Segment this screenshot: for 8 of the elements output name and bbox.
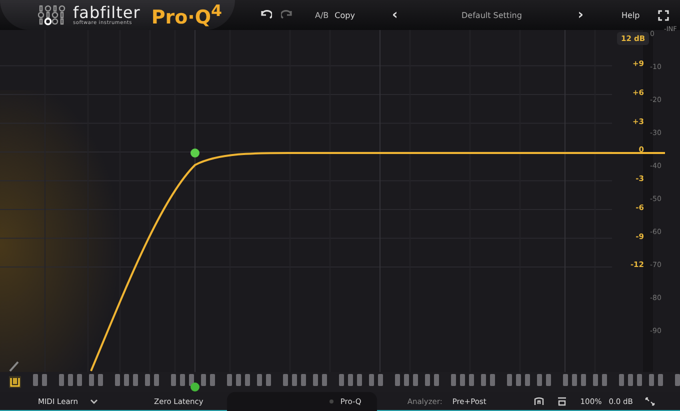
previous-preset-button[interactable]: ‹ — [392, 7, 398, 23]
product-name: Pro·Q$^{4}$ — [151, 2, 222, 28]
preset-name[interactable]: Default Setting — [412, 10, 571, 20]
next-preset-button[interactable]: › — [578, 7, 584, 23]
help-button[interactable]: Help — [622, 10, 640, 20]
copy-button[interactable]: Copy — [334, 10, 355, 20]
ab-button[interactable]: A/B — [315, 10, 329, 20]
brand-name: fabfilter — [73, 4, 140, 20]
